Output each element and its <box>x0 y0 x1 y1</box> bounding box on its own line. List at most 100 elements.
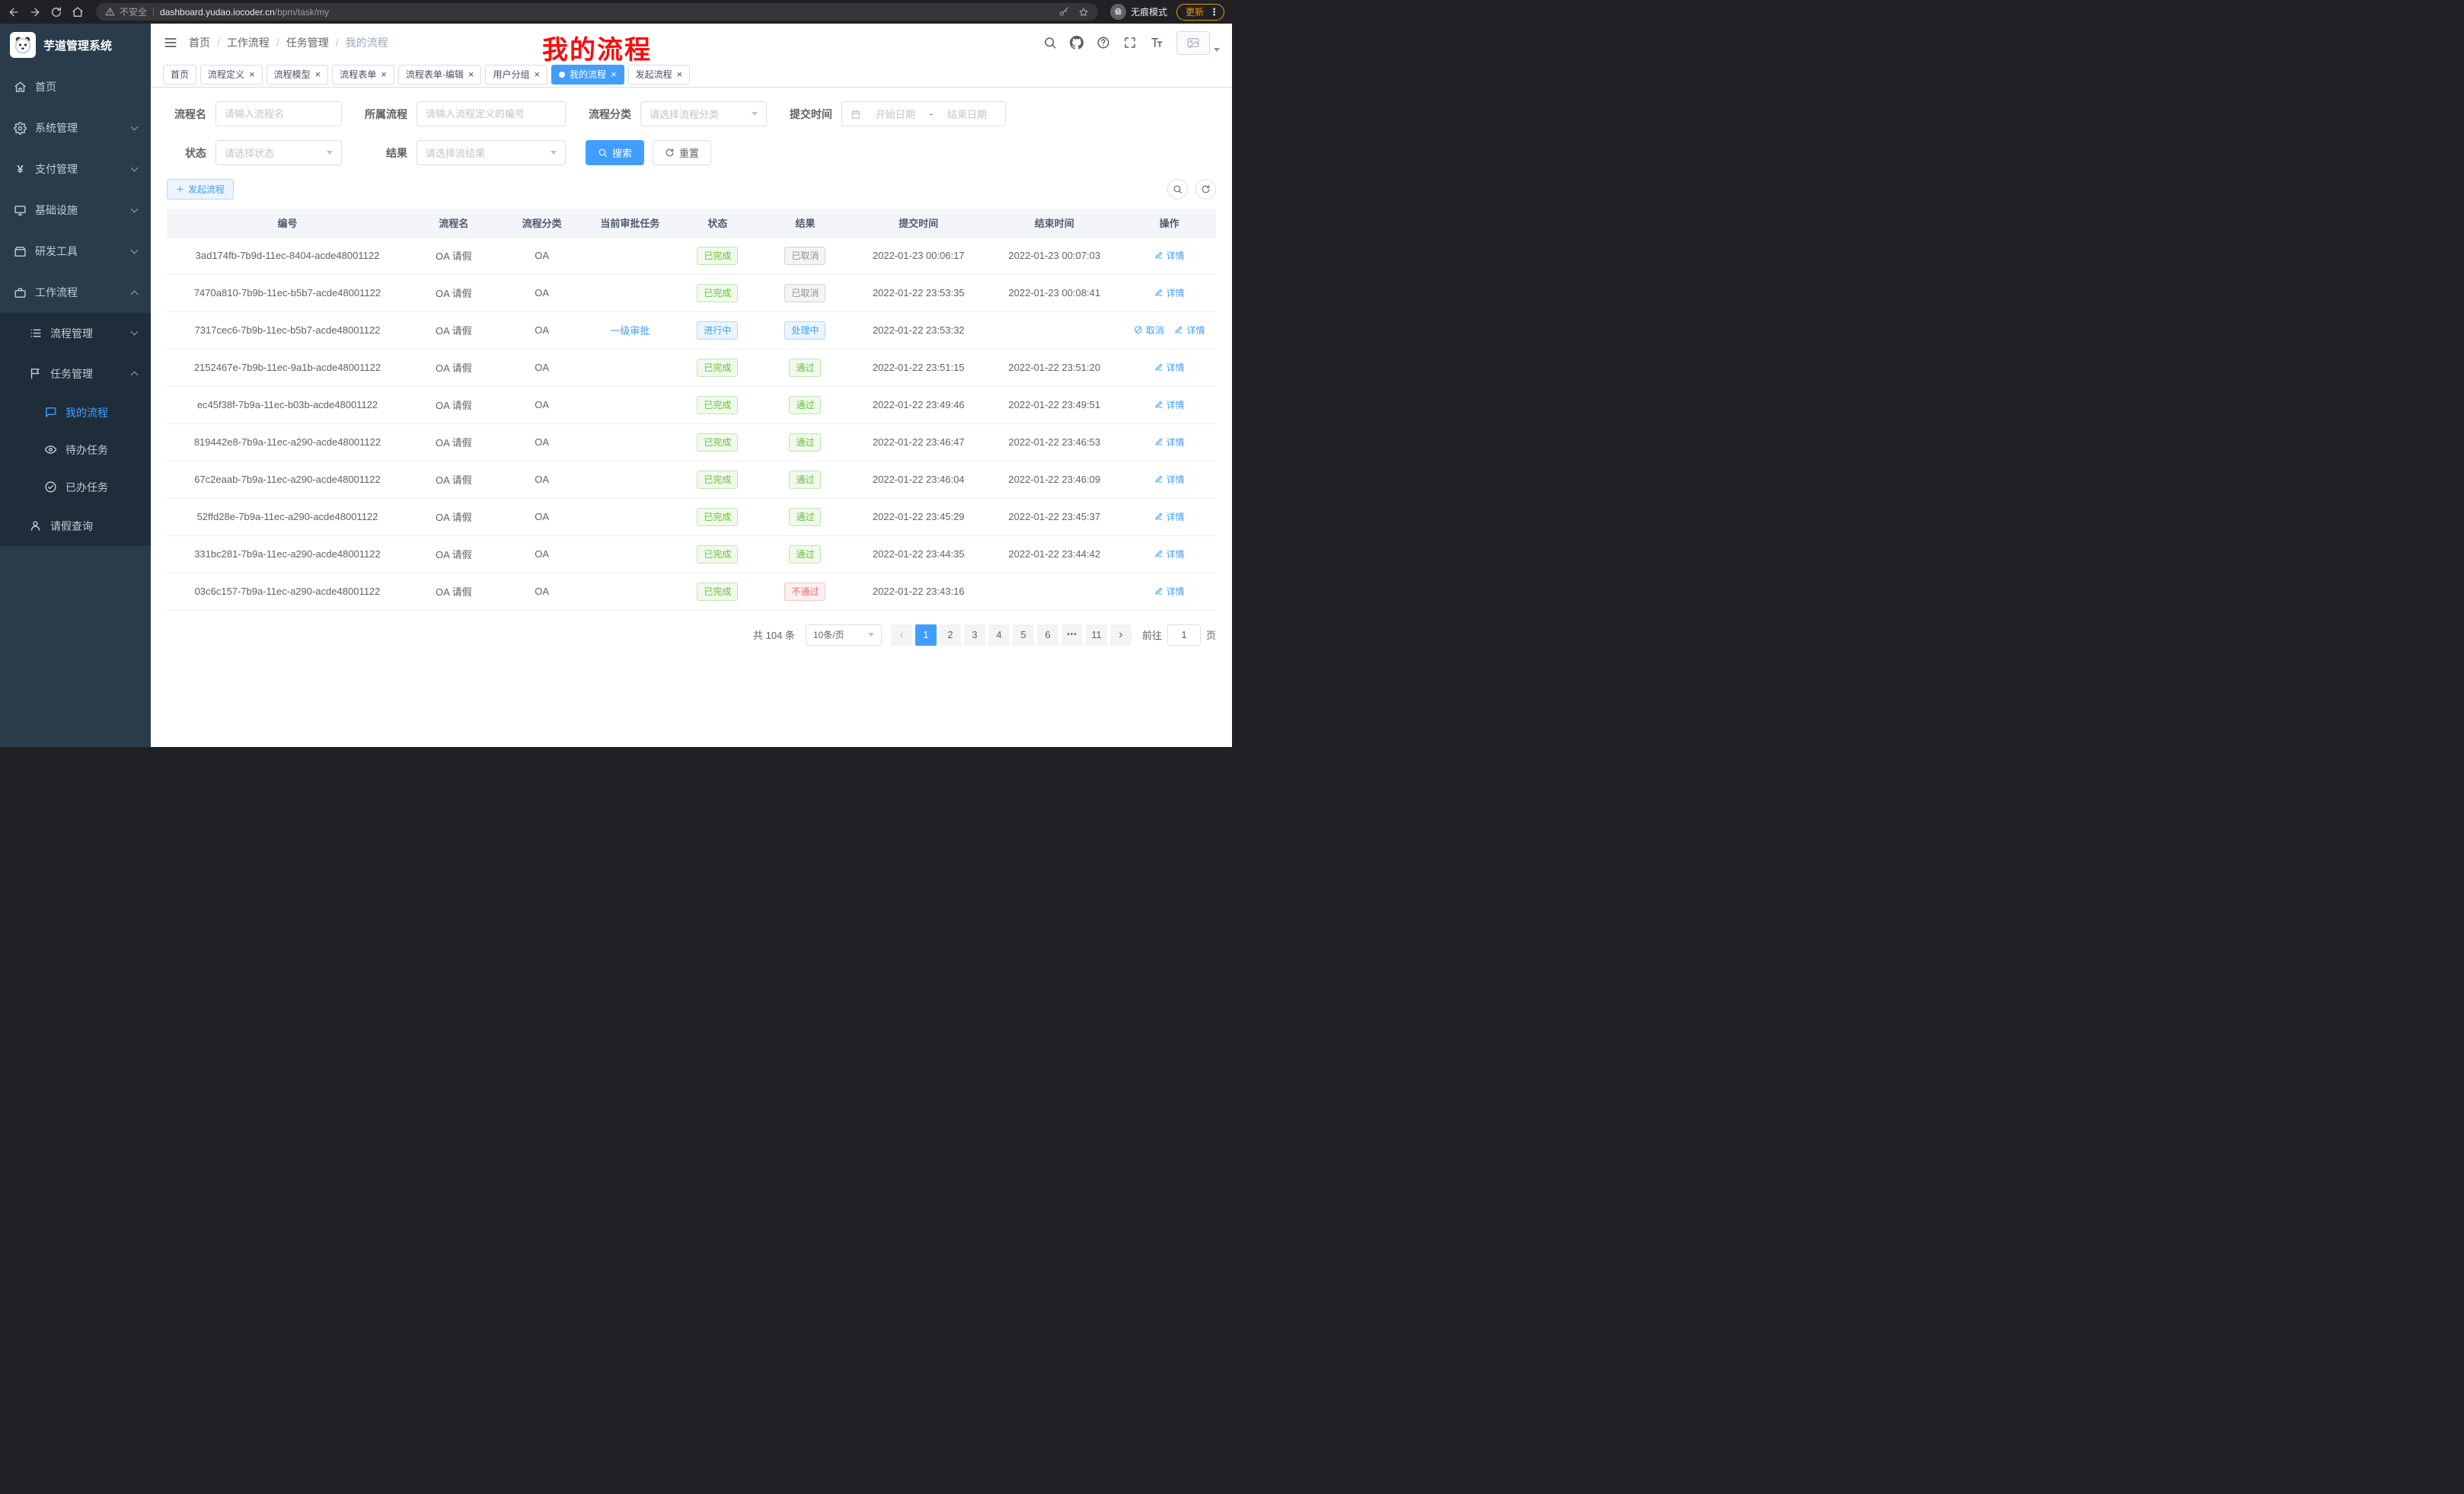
cell-name: OA 请假 <box>408 573 500 610</box>
browser-reload-icon[interactable] <box>50 6 62 18</box>
detail-button[interactable]: 详情 <box>1154 361 1185 374</box>
status-select[interactable]: 请选择状态 <box>215 140 342 165</box>
refresh-table-button[interactable] <box>1195 179 1216 200</box>
detail-button[interactable]: 详情 <box>1154 547 1185 560</box>
detail-button[interactable]: 详情 <box>1154 473 1185 486</box>
close-tab-icon[interactable]: × <box>249 69 255 79</box>
breadcrumb-item[interactable]: 任务管理 <box>286 35 329 50</box>
incognito-chip[interactable]: 无痕模式 <box>1110 4 1167 20</box>
breadcrumb-item[interactable]: 工作流程 <box>227 35 270 50</box>
sidebar-item-task-mgmt[interactable]: 任务管理 <box>0 353 151 394</box>
sidebar-item-done-tasks[interactable]: 已办任务 <box>0 468 151 506</box>
close-tab-icon[interactable]: × <box>315 69 321 79</box>
font-size-icon[interactable] <box>1150 36 1163 49</box>
detail-button[interactable]: 详情 <box>1174 324 1205 337</box>
cell-name: OA 请假 <box>408 311 500 349</box>
detail-button[interactable]: 详情 <box>1154 436 1185 449</box>
close-tab-icon[interactable]: × <box>534 69 540 79</box>
tab-process-form[interactable]: 流程表单× <box>332 65 394 85</box>
toggle-search-button[interactable] <box>1167 179 1188 200</box>
cell-end-time: 2022-01-22 23:45:37 <box>986 498 1122 535</box>
col-actions: 操作 <box>1122 209 1216 237</box>
incognito-label: 无痕模式 <box>1131 5 1167 18</box>
address-bar[interactable]: 不安全 dashboard.yudao.iocoder.cn /bpm/task… <box>96 3 1098 21</box>
detail-button[interactable]: 详情 <box>1154 286 1185 299</box>
result-select[interactable]: 请选择流结果 <box>417 140 566 165</box>
result-badge: 通过 <box>789 359 821 377</box>
cell-status: 已完成 <box>675 498 759 535</box>
bookmark-star-icon[interactable] <box>1078 7 1089 18</box>
page-button[interactable]: 1 <box>915 624 937 646</box>
browser-forward-icon[interactable] <box>29 6 41 18</box>
browser-home-icon[interactable] <box>72 6 84 18</box>
close-tab-icon[interactable]: × <box>611 69 617 79</box>
password-key-icon[interactable] <box>1058 7 1069 18</box>
chevron-down-icon <box>131 328 139 336</box>
prev-page-button[interactable]: ‹ <box>891 624 912 646</box>
sidebar-item-my-process[interactable]: 我的流程 <box>0 394 151 431</box>
github-icon[interactable] <box>1070 36 1084 49</box>
cell-result: 处理中 <box>760 311 851 349</box>
tab-process-model[interactable]: 流程模型× <box>267 65 329 85</box>
sidebar-item-home[interactable]: 首页 <box>0 66 151 107</box>
sidebar-item-payment[interactable]: ¥ 支付管理 <box>0 148 151 190</box>
tab-start-process[interactable]: 发起流程× <box>628 65 691 85</box>
reset-button[interactable]: 重置 <box>653 140 711 165</box>
status-badge: 已完成 <box>697 396 738 414</box>
sidebar-item-system[interactable]: 系统管理 <box>0 107 151 148</box>
tab-user-group[interactable]: 用户分组× <box>485 65 547 85</box>
detail-button[interactable]: 详情 <box>1154 510 1185 523</box>
page-button[interactable]: 4 <box>988 624 1010 646</box>
sidebar-item-process-mgmt[interactable]: 流程管理 <box>0 313 151 353</box>
page-size-select[interactable]: 10条/页 <box>806 624 882 646</box>
browser-back-icon[interactable] <box>8 6 20 18</box>
close-tab-icon[interactable]: × <box>677 69 683 79</box>
detail-button[interactable]: 详情 <box>1154 398 1185 411</box>
tab-home[interactable]: 首页 <box>163 65 196 85</box>
cell-actions: 详情 <box>1122 461 1216 498</box>
cell-result: 通过 <box>760 535 851 573</box>
sidebar-item-infra[interactable]: 基础设施 <box>0 190 151 231</box>
tab-my-process-active[interactable]: 我的流程× <box>551 65 624 85</box>
browser-update-button[interactable]: 更新 ⋮ <box>1176 4 1224 21</box>
sidebar-item-devtools[interactable]: 研发工具 <box>0 231 151 272</box>
sidebar-item-leave-query[interactable]: 请假查询 <box>0 506 151 546</box>
user-avatar-menu[interactable] <box>1176 31 1220 55</box>
detail-button[interactable]: 详情 <box>1154 249 1185 262</box>
date-range-picker[interactable]: 开始日期 - 结束日期 <box>841 101 1006 126</box>
sidebar-item-workflow[interactable]: 工作流程 <box>0 272 151 313</box>
page-button-last[interactable]: 11 <box>1086 624 1107 646</box>
help-icon[interactable] <box>1096 36 1110 49</box>
cell-name: OA 请假 <box>408 274 500 311</box>
detail-button[interactable]: 详情 <box>1154 585 1185 598</box>
page-button[interactable]: 2 <box>940 624 961 646</box>
cell-task <box>584 573 675 610</box>
search-icon[interactable] <box>1043 36 1057 49</box>
next-page-button[interactable]: › <box>1110 624 1131 646</box>
fullscreen-icon[interactable] <box>1123 36 1137 49</box>
security-label: 不安全 <box>120 5 147 18</box>
breadcrumb-separator: / <box>217 37 220 49</box>
sidebar-fold-icon[interactable] <box>163 35 178 50</box>
process-name-input[interactable] <box>215 101 342 126</box>
close-tab-icon[interactable]: × <box>468 69 474 79</box>
breadcrumb-item[interactable]: 首页 <box>189 35 210 50</box>
search-button[interactable]: 搜索 <box>586 140 644 165</box>
page-button[interactable]: 5 <box>1013 624 1034 646</box>
cell-submit-time: 2022-01-23 00:06:17 <box>851 237 986 274</box>
sidebar-item-todo-tasks[interactable]: 待办任务 <box>0 431 151 468</box>
start-process-button[interactable]: 发起流程 <box>167 179 234 200</box>
category-select[interactable]: 请选择流程分类 <box>640 101 767 126</box>
cancel-button[interactable]: 取消 <box>1134 324 1164 337</box>
page-button[interactable]: 3 <box>964 624 985 646</box>
tab-process-form-edit[interactable]: 流程表单-编辑× <box>398 65 482 85</box>
close-tab-icon[interactable]: × <box>381 69 387 79</box>
tab-process-definition[interactable]: 流程定义× <box>200 65 263 85</box>
page-button[interactable]: 6 <box>1037 624 1058 646</box>
cell-id: 3ad174fb-7b9d-11ec-8404-acde48001122 <box>167 237 408 274</box>
goto-page-input[interactable] <box>1167 624 1201 646</box>
more-pages-button[interactable]: ••• <box>1061 624 1083 646</box>
process-id-input[interactable] <box>417 101 566 126</box>
browser-menu-icon[interactable]: ⋮ <box>1209 6 1219 18</box>
cell-task-link[interactable]: 一级审批 <box>584 311 675 349</box>
